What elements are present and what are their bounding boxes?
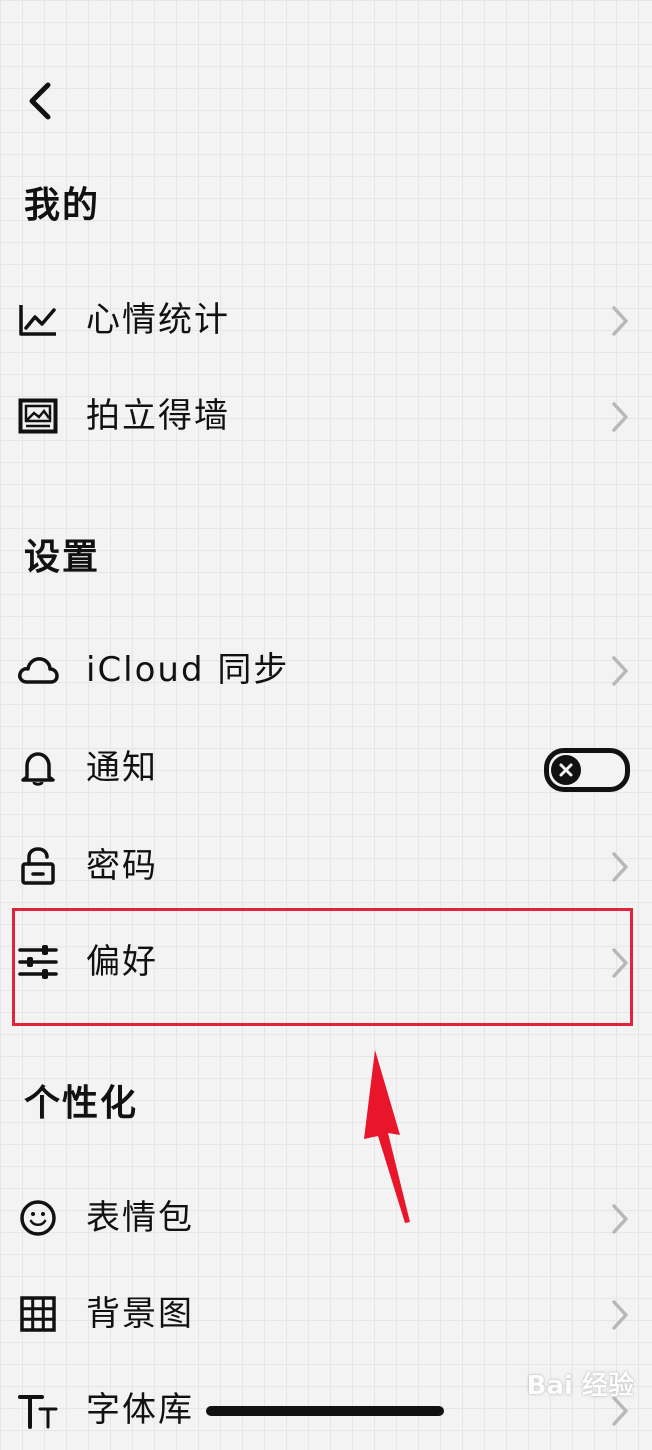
row-notification[interactable]: 通知 [0,728,652,808]
row-stickers[interactable]: 表情包 [0,1178,652,1258]
row-label: 字体库 [86,1390,194,1430]
photo-icon [16,396,60,436]
row-label: 背景图 [86,1294,194,1334]
highlight-box [12,908,633,1026]
text-size-icon [16,1390,60,1430]
chevron-right-icon [612,852,628,882]
home-indicator[interactable] [206,1406,444,1416]
row-background[interactable]: 背景图 [0,1274,652,1354]
chevron-left-icon [29,82,51,120]
row-label: iCloud 同步 [86,650,290,690]
close-icon [551,755,581,785]
section-title-mine: 我的 [24,185,101,226]
row-label: 密码 [86,846,158,886]
lock-icon [16,846,60,886]
row-label: 心情统计 [86,300,230,340]
watermark: Bai 经验 [526,1371,634,1401]
row-mood-stats[interactable]: 心情统计 [0,280,652,360]
bell-icon [16,748,60,788]
row-icloud-sync[interactable]: iCloud 同步 [0,630,652,710]
line-chart-icon [16,300,60,340]
row-polaroid-wall[interactable]: 拍立得墙 [0,376,652,456]
back-button[interactable] [18,78,62,124]
chevron-right-icon [612,306,628,336]
cloud-icon [16,650,60,690]
section-title-settings: 设置 [24,537,101,578]
smiley-icon [16,1198,60,1238]
chevron-right-icon [612,1300,628,1330]
row-password[interactable]: 密码 [0,826,652,906]
chevron-right-icon [612,402,628,432]
grid-icon [16,1294,60,1334]
section-title-personalize: 个性化 [24,1083,139,1124]
row-label: 通知 [86,748,158,788]
row-label: 表情包 [86,1198,194,1238]
notification-toggle[interactable] [544,748,630,792]
chevron-right-icon [612,656,628,686]
chevron-right-icon [612,1204,628,1234]
row-label: 拍立得墙 [86,396,230,436]
